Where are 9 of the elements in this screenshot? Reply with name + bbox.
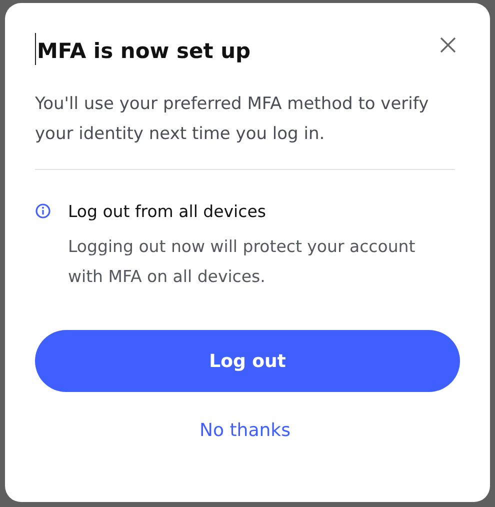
log-out-button[interactable]: Log out	[35, 330, 460, 392]
dialog-message: You'll use your preferred MFA method to verify your identity next time you log in.	[35, 93, 430, 146]
notice-heading: Log out from all devices	[68, 201, 267, 223]
close-icon	[438, 35, 458, 55]
dialog-title: MFA is now set up	[35, 33, 251, 65]
notice-text: Logging out now will protect your account with MFA on all devices.	[68, 236, 416, 288]
info-icon	[35, 203, 51, 219]
close-button[interactable]	[438, 35, 458, 55]
no-thanks-link[interactable]: No thanks	[194, 416, 296, 445]
